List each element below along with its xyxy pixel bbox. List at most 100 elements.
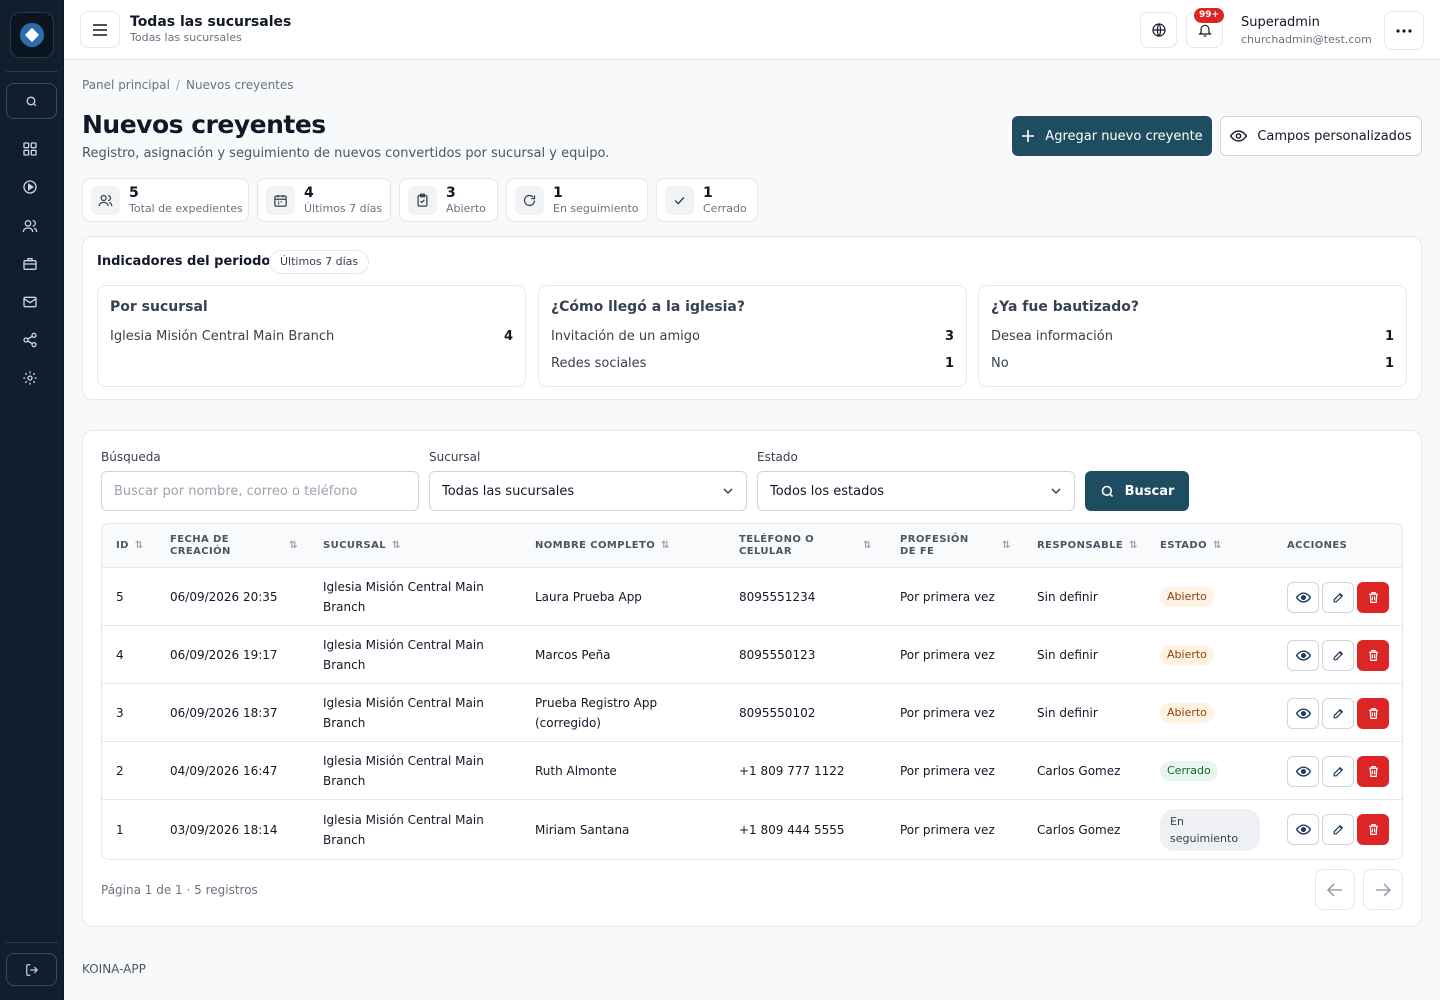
search-button[interactable]: Buscar — [1085, 471, 1189, 511]
indicator-value: 1 — [1384, 329, 1394, 344]
sidebar-item-share[interactable] — [20, 330, 40, 350]
cell-text: Marcos Peña — [535, 647, 611, 662]
cell-owner: Carlos Gomez — [1037, 800, 1157, 859]
search-icon — [26, 95, 37, 106]
table-row: 1 03/09/2026 18:14 Iglesia Misión Central … — [102, 800, 1402, 859]
header-profession[interactable]: PROFESIÓN DE FE ⇅ — [900, 524, 1014, 568]
logo-mark-icon — [20, 23, 44, 47]
notification-count-badge: 99+ — [1194, 8, 1225, 23]
stat-label: Cerrado — [703, 202, 747, 215]
cell-text: Laura Prueba App — [535, 589, 642, 604]
cell-name: Laura Prueba App — [535, 568, 695, 625]
cell-phone: 8095550123 — [739, 626, 889, 683]
status-badge: En seguimiento — [1160, 809, 1260, 851]
header-branch[interactable]: SUCURSAL ⇅ — [323, 524, 401, 568]
custom-fields-button[interactable]: Campos personalizados — [1220, 116, 1422, 156]
add-believer-button[interactable]: Agregar nuevo creyente — [1012, 116, 1212, 156]
breadcrumb-home-link[interactable]: Panel principal — [82, 78, 170, 92]
sidebar-item-media[interactable] — [20, 177, 40, 197]
cell-text: 5 — [116, 589, 124, 604]
delete-button[interactable] — [1357, 814, 1389, 845]
cell-text: Iglesia Misión Central Main Branch — [323, 695, 484, 730]
header-label: NOMBRE COMPLETO — [535, 540, 656, 551]
edit-button[interactable] — [1322, 814, 1354, 845]
sidebar-item-members[interactable] — [20, 216, 40, 236]
cell-text: Prueba Registro App (corregido) — [535, 695, 658, 730]
header-id[interactable]: ID ⇅ — [116, 524, 144, 568]
sidebar-search-button[interactable] — [6, 83, 57, 119]
header-label: ESTADO — [1160, 540, 1208, 551]
sidebar-item-finance[interactable] — [20, 254, 40, 274]
cell-status: En seguimiento — [1160, 800, 1270, 859]
sidebar-divider — [6, 71, 58, 72]
search-input[interactable] — [101, 471, 419, 511]
table-row: 2 04/09/2026 16:47 Iglesia Misión Central … — [102, 742, 1402, 800]
cell-text: 4 — [116, 647, 124, 662]
table-row: 5 06/09/2026 20:35 Iglesia Misión Central … — [102, 568, 1402, 626]
indicator-card-branch: Por sucursal Iglesia Misión Central Main… — [97, 285, 526, 387]
period-pill: Últimos 7 días — [269, 250, 370, 274]
view-button[interactable] — [1287, 582, 1319, 613]
branch-select[interactable]: Todas las sucursales — [429, 471, 747, 511]
indicator-label: Redes sociales — [551, 356, 647, 371]
view-button[interactable] — [1287, 640, 1319, 671]
edit-button[interactable] — [1322, 756, 1354, 787]
cell-text: Sin definir — [1037, 705, 1098, 720]
delete-button[interactable] — [1357, 756, 1389, 787]
cell-text: Iglesia Misión Central Main Branch — [323, 579, 484, 614]
next-page-button[interactable] — [1363, 869, 1403, 910]
app-logo[interactable] — [10, 12, 54, 58]
indicators-title: Indicadores del periodo — [97, 254, 271, 269]
pencil-icon — [1333, 708, 1343, 719]
delete-button[interactable] — [1357, 640, 1389, 671]
sidebar-item-settings[interactable] — [20, 368, 40, 388]
stat-value: 4 — [304, 185, 314, 201]
header-label: ACCIONES — [1287, 540, 1348, 551]
cell-status: Abierto — [1160, 626, 1270, 683]
pencil-icon — [1333, 824, 1343, 835]
delete-button[interactable] — [1357, 582, 1389, 613]
view-button[interactable] — [1287, 814, 1319, 845]
indicator-row: Desea información 1 — [991, 329, 1394, 344]
cell-branch: Iglesia Misión Central Main Branch — [323, 626, 503, 683]
sort-icon: ⇅ — [863, 540, 872, 551]
header-label: FECHA DE CREACIÓN — [170, 534, 231, 557]
cell-created: 06/09/2026 18:37 — [170, 684, 310, 741]
cell-created: 06/09/2026 19:17 — [170, 626, 310, 683]
logout-button[interactable] — [6, 953, 57, 986]
sidebar-item-messages[interactable] — [20, 292, 40, 312]
status-select[interactable]: Todos los estados — [757, 471, 1075, 511]
header-name[interactable]: NOMBRE COMPLETO ⇅ — [535, 524, 670, 568]
indicator-card-baptized: ¿Ya fue bautizado? Desea información 1 No… — [978, 285, 1407, 387]
prev-page-button[interactable] — [1315, 869, 1355, 910]
cell-name: Marcos Peña — [535, 626, 695, 683]
view-button[interactable] — [1287, 698, 1319, 729]
sidebar-item-dashboard[interactable] — [20, 139, 40, 159]
header-status[interactable]: ESTADO ⇅ — [1160, 524, 1222, 568]
delete-button[interactable] — [1357, 698, 1389, 729]
language-button[interactable] — [1140, 12, 1177, 48]
branch-select-value: Todas las sucursales — [442, 483, 575, 499]
clipboard-icon — [408, 186, 437, 215]
pencil-icon — [1333, 650, 1343, 661]
share-icon — [23, 332, 37, 348]
indicators-panel: Indicadores del periodo Últimos 7 días P… — [82, 236, 1422, 400]
indicator-row: Redes sociales 1 — [551, 356, 954, 371]
header-created[interactable]: FECHA DE CREACIÓN ⇅ — [170, 524, 298, 568]
header-phone[interactable]: TELÉFONO O CELULAR ⇅ — [739, 524, 875, 568]
header-owner[interactable]: RESPONSABLE ⇅ — [1037, 524, 1138, 568]
cell-text: Ruth Almonte — [535, 763, 617, 778]
edit-button[interactable] — [1322, 698, 1354, 729]
indicator-value: 4 — [503, 329, 513, 344]
stat-label: Total de expedientes — [129, 202, 243, 215]
edit-button[interactable] — [1322, 640, 1354, 671]
more-options-button[interactable] — [1384, 11, 1424, 50]
stat-last-7-days: 4 Últimos 7 días — [257, 178, 391, 222]
breadcrumb-separator: / — [175, 78, 180, 92]
edit-button[interactable] — [1322, 582, 1354, 613]
chevron-down-icon — [723, 488, 733, 495]
menu-toggle-button[interactable] — [80, 11, 120, 48]
indicator-row: Invitación de un amigo 3 — [551, 329, 954, 344]
cell-text: 04/09/2026 16:47 — [170, 763, 278, 778]
view-button[interactable] — [1287, 756, 1319, 787]
